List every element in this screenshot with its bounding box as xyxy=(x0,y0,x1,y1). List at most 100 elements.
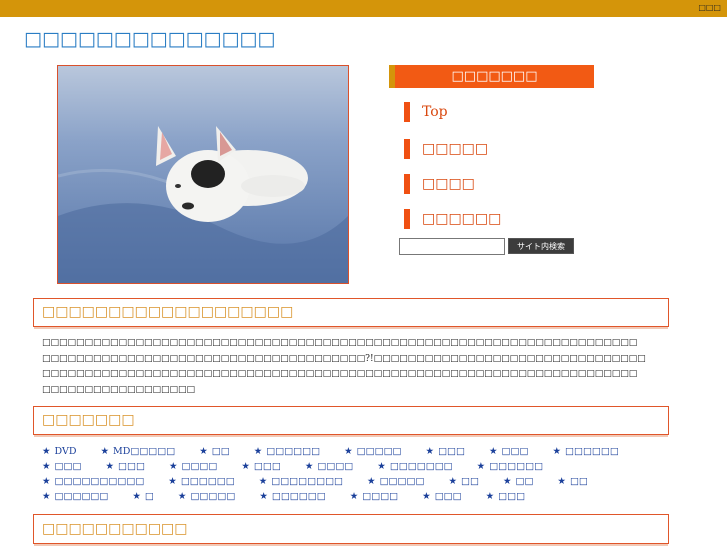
menu-item-4[interactable]: □□□□□□ xyxy=(404,209,501,229)
tag-link[interactable]: ★ □□□ xyxy=(489,444,528,459)
star-icon: ★ xyxy=(253,446,263,457)
tag-label: □□ xyxy=(569,476,588,487)
tag-list: ★ DVD ★ MD□□□□□ ★ □□ ★ □□□□□□ ★ □□□□□ ★ □□□ ★ □□□ ★ □□□… xyxy=(42,444,682,504)
star-icon: ★ xyxy=(502,476,512,487)
star-icon: ★ xyxy=(132,491,141,502)
tag-label: □□□ xyxy=(438,446,465,457)
tag-link[interactable]: ★ □□□ xyxy=(422,489,461,504)
star-icon: ★ xyxy=(100,446,109,457)
tag-label: □□□□ xyxy=(181,461,218,472)
star-icon: ★ xyxy=(485,491,495,502)
tag-label: □□□□□□ xyxy=(271,491,326,502)
tag-label: □□□□□ xyxy=(379,476,425,487)
tag-link[interactable]: ★ □□□□□□□ xyxy=(377,459,452,474)
tag-link[interactable]: ★ □□□□ xyxy=(350,489,398,504)
tag-link[interactable]: ★ □□□□ xyxy=(305,459,353,474)
tag-label: □ xyxy=(144,491,154,502)
menu-item-2[interactable]: □□□□□ xyxy=(404,139,488,159)
tag-link[interactable]: ★ □□□□□□ xyxy=(552,444,618,459)
tag-link[interactable]: ★ □□□□□□ xyxy=(168,474,234,489)
star-icon: ★ xyxy=(177,491,187,502)
tag-label: □□□□□□ xyxy=(54,491,109,502)
star-icon: ★ xyxy=(557,476,566,487)
search-input[interactable] xyxy=(399,238,505,255)
tag-link[interactable]: ★ □□□ xyxy=(105,459,144,474)
star-icon: ★ xyxy=(42,491,51,502)
section-heading-third: □□□□□□□□□□□ xyxy=(33,514,669,546)
tag-link[interactable]: ★ □□□ xyxy=(426,444,465,459)
tag-link[interactable]: ★ DVD xyxy=(42,444,76,459)
tag-link[interactable]: ★ □□□□□□ xyxy=(477,459,543,474)
article-line: □□□□□□□□□□□□□□□□□□□□□□□□□□□□□□□□□□□□□□□□… xyxy=(42,369,638,379)
tag-label: □□ xyxy=(515,476,534,487)
tag-link[interactable]: ★ □□□□□□ xyxy=(42,489,108,504)
star-icon: ★ xyxy=(489,446,498,457)
tag-link[interactable]: ★ □□□□ xyxy=(169,459,217,474)
tag-label: □□□□□□□ xyxy=(389,461,453,472)
menu-item-3[interactable]: □□□□ xyxy=(404,174,475,194)
hero-image-puppy xyxy=(57,65,349,284)
section-heading-article: □□□□□□□□□□□□□□□□□□□ xyxy=(33,298,669,329)
menu-heading: □□□□□□□ xyxy=(389,65,594,88)
star-icon: ★ xyxy=(42,476,51,487)
tag-link[interactable]: ★ □□ xyxy=(448,474,478,489)
star-icon: ★ xyxy=(476,461,486,472)
star-icon: ★ xyxy=(42,446,51,457)
article-text: □□□□□□□□□□□□□□□□□□ □□□□□□□□□□□□□□□□□□□□□□… xyxy=(42,336,674,398)
tag-label: □□□ xyxy=(54,461,82,472)
site-search-button[interactable]: サイト内検索 xyxy=(508,238,574,254)
tag-link[interactable]: ★ □□□ xyxy=(42,459,81,474)
star-icon: ★ xyxy=(168,461,178,472)
tag-label: □□□□□□ xyxy=(565,446,619,457)
section-heading-tags: □□□□□□□ xyxy=(33,406,669,437)
star-icon: ★ xyxy=(552,446,561,457)
tag-label: □□□□ xyxy=(362,491,399,502)
tag-link[interactable]: ★ □□□□□ xyxy=(367,474,424,489)
tag-link[interactable]: ★ □□ xyxy=(503,474,533,489)
star-icon: ★ xyxy=(344,446,353,457)
star-icon: ★ xyxy=(105,461,114,472)
tag-label: □□□□□ xyxy=(356,446,402,457)
star-icon: ★ xyxy=(199,446,208,457)
tag-label: □□□ xyxy=(498,491,526,502)
tag-link[interactable]: ★ □□□□□□□□ xyxy=(259,474,343,489)
star-icon: ★ xyxy=(304,461,314,472)
article-line: □□□□□□□□□□□□□□□□□□□□□□□□□□□□□□□□□□□□□□?!… xyxy=(42,353,646,364)
top-bar-link[interactable]: □□□ xyxy=(698,3,721,12)
star-icon: ★ xyxy=(168,476,177,487)
star-icon: ★ xyxy=(367,476,376,487)
article-line: □□□□□□□□□□□□□□□□□□□□□□□□□□□□□□□□□□□□□□□□… xyxy=(42,338,638,348)
tag-link[interactable]: ★ □□□□□ xyxy=(344,444,401,459)
tag-link[interactable]: ★ □□ xyxy=(557,474,587,489)
tag-label: □□□ xyxy=(501,446,529,457)
tag-link[interactable]: ★ □□ xyxy=(199,444,229,459)
tag-link[interactable]: ★ □ xyxy=(132,489,154,504)
tag-link[interactable]: ★ □□□□□□□□□□ xyxy=(42,474,144,489)
tag-label: □□□□ xyxy=(317,461,354,472)
star-icon: ★ xyxy=(425,446,435,457)
star-icon: ★ xyxy=(258,476,268,487)
tag-link[interactable]: ★ □□□□□□ xyxy=(254,444,320,459)
tag-link[interactable]: ★ □□□□□ xyxy=(178,489,235,504)
tag-link[interactable]: ★ □□□ xyxy=(241,459,280,474)
tag-label: □□□□□□□□□□ xyxy=(54,476,145,487)
star-icon: ★ xyxy=(259,491,268,502)
tag-label: □□□□□□□□ xyxy=(271,476,344,487)
star-icon: ★ xyxy=(448,476,457,487)
tag-label: □□□ xyxy=(118,461,145,472)
top-bar: □□□ xyxy=(0,0,727,17)
puppy-photo xyxy=(58,66,348,283)
menu-item-top[interactable]: Top xyxy=(404,102,448,122)
tag-label: DVD xyxy=(54,446,77,457)
tag-link[interactable]: ★ □□□□□□ xyxy=(259,489,325,504)
tag-link[interactable]: ★ MD□□□□□ xyxy=(100,444,175,459)
star-icon: ★ xyxy=(422,491,431,502)
tag-label: □□□ xyxy=(434,491,462,502)
tag-label: □□□□□□ xyxy=(489,461,544,472)
tag-link[interactable]: ★ □□□ xyxy=(486,489,525,504)
site-title[interactable]: □□□□□□□□□□□□□□ xyxy=(24,28,275,50)
star-icon: ★ xyxy=(42,461,51,472)
article-line: □□□□□□□□□□□□□□□□□□ xyxy=(42,384,196,395)
star-icon: ★ xyxy=(241,461,250,472)
tag-label: □□ xyxy=(460,476,479,487)
